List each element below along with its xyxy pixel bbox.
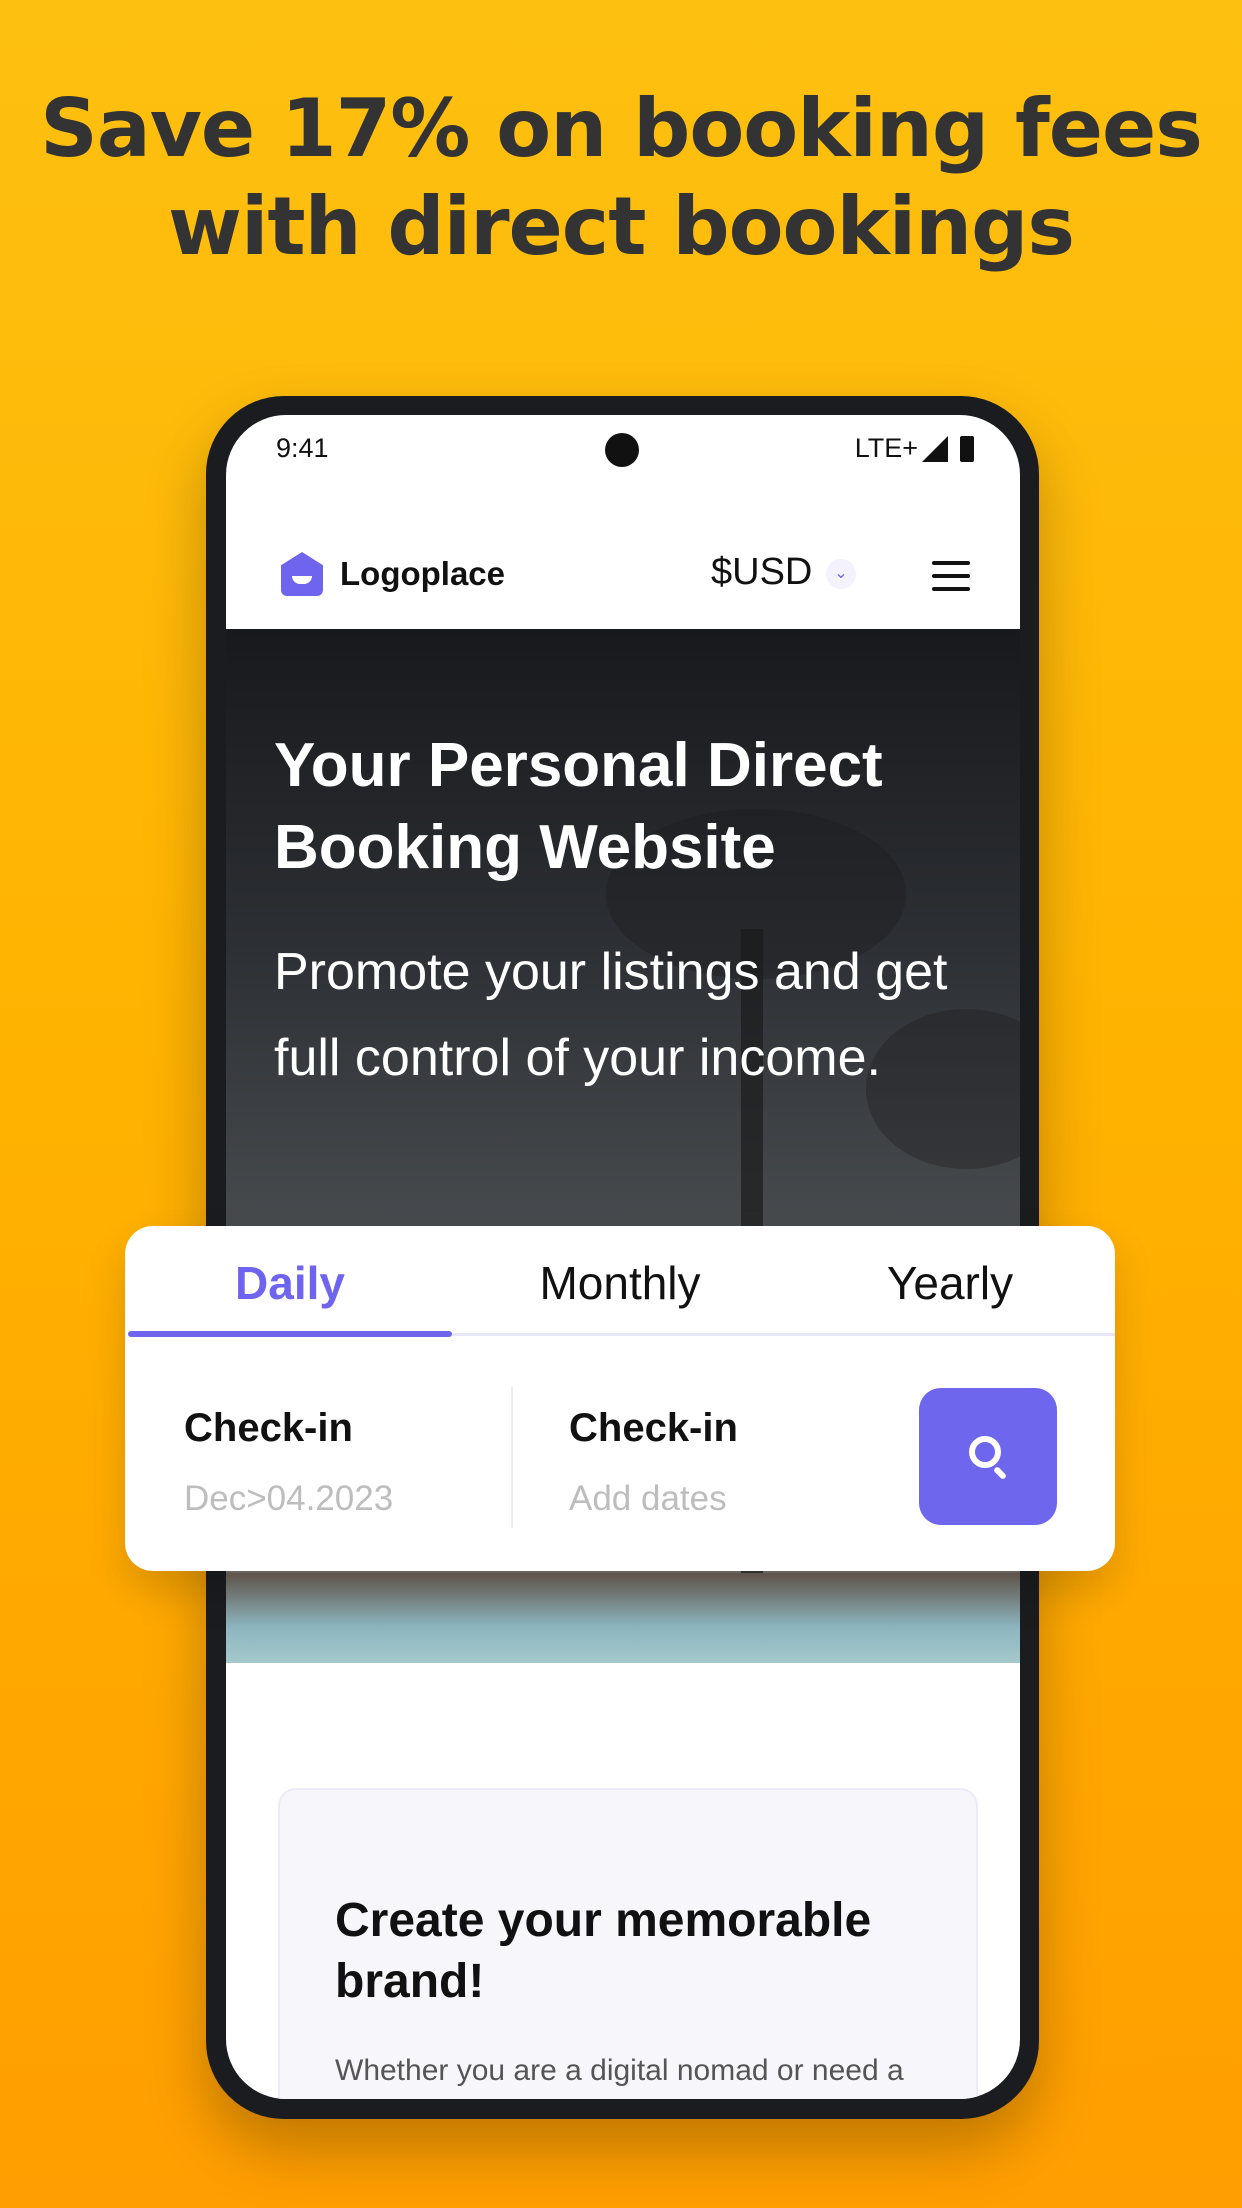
tab-monthly[interactable]: Monthly — [455, 1256, 785, 1310]
chevron-down-icon[interactable]: ⌄ — [826, 559, 856, 589]
headline-line-1: Save 17% on booking fees — [40, 82, 1203, 175]
feature-body: Whether you are a digital nomad or need … — [335, 2054, 904, 2087]
signal-icon — [922, 435, 948, 462]
feature-card: Create your memorable brand! Whether you… — [278, 1788, 978, 2099]
booking-search-card: Daily Monthly Yearly Check-in Dec>04.202… — [125, 1226, 1115, 1571]
hero-title: Your Personal Direct Booking Website — [274, 731, 883, 882]
tab-yearly[interactable]: Yearly — [785, 1256, 1115, 1310]
top-nav: Logoplace $USD ⌄ — [226, 535, 1020, 629]
active-tab-indicator — [128, 1331, 452, 1337]
network-label: LTE+ — [854, 433, 918, 463]
checkin-label: Check-in — [184, 1406, 353, 1450]
add-dates-field[interactable]: Add dates — [569, 1479, 727, 1519]
tab-daily[interactable]: Daily — [125, 1256, 455, 1310]
headline-line-2: with direct bookings — [168, 180, 1075, 273]
checkin-label-2: Check-in — [569, 1406, 738, 1450]
field-divider — [511, 1387, 513, 1528]
camera-cutout — [605, 433, 639, 467]
hero-subtitle: Promote your listings and get full contr… — [274, 943, 948, 1087]
battery-charging-icon — [960, 435, 974, 462]
status-icons: LTE+ — [855, 433, 974, 464]
logo-house-icon[interactable] — [281, 552, 323, 596]
hamburger-menu-icon[interactable] — [932, 561, 970, 600]
brand-name[interactable]: Logoplace — [340, 555, 505, 593]
pool-image — [226, 1573, 1020, 1663]
search-button[interactable] — [919, 1388, 1057, 1525]
currency-selector[interactable]: $USD — [711, 551, 812, 594]
promo-headline: Save 17% on booking fees with direct boo… — [0, 80, 1242, 276]
feature-title: Create your memorable brand! — [335, 1894, 872, 2008]
status-bar: 9:41 LTE+ — [226, 433, 1020, 473]
checkin-date-field[interactable]: Dec>04.2023 — [184, 1479, 393, 1519]
status-time: 9:41 — [276, 433, 329, 463]
